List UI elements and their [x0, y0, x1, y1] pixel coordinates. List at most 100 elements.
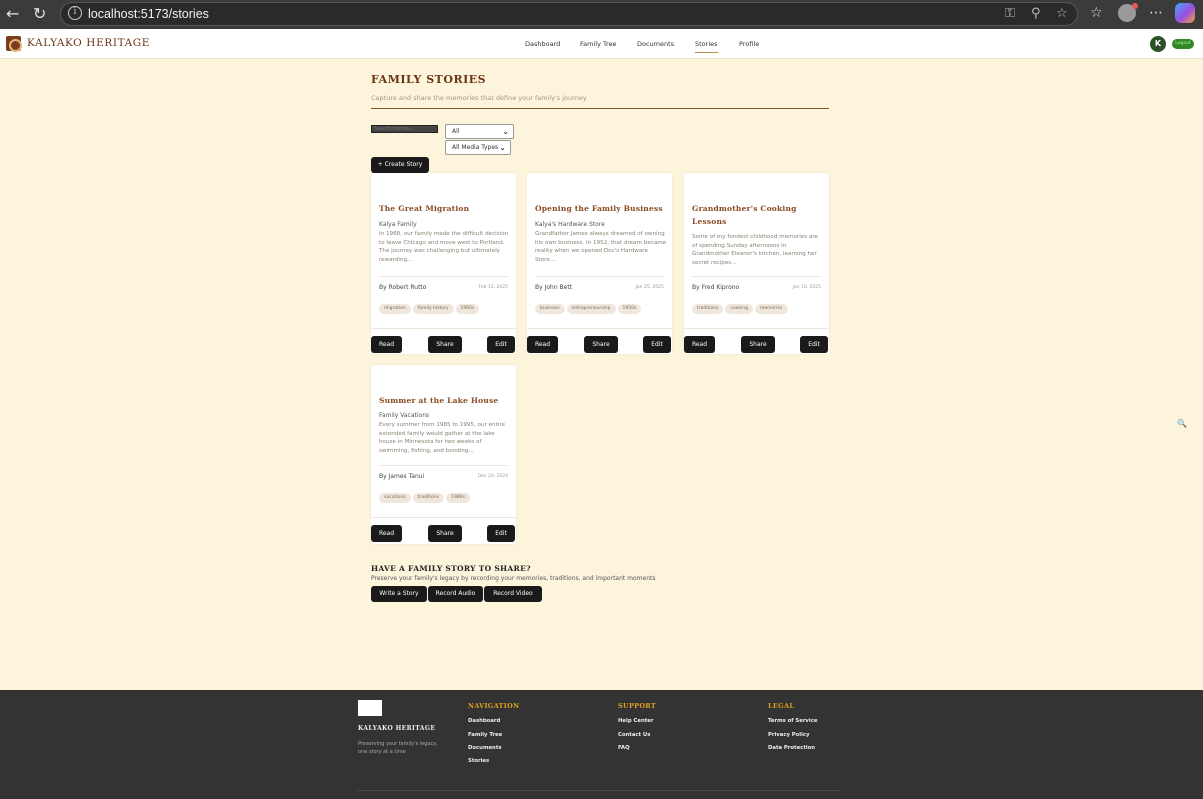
footer-link[interactable]: Dashboard [468, 718, 500, 724]
card-divider [535, 276, 664, 277]
reload-icon[interactable]: ↻ [33, 4, 46, 24]
tag[interactable]: family history [412, 304, 454, 314]
story-title[interactable]: Grandmother's Cooking Lessons [692, 202, 824, 228]
tag[interactable]: cooking [725, 304, 753, 314]
record-video-button[interactable]: Record Video [484, 586, 542, 602]
chevron-down-icon: ⌄ [502, 127, 509, 136]
address-bar[interactable]: i localhost:5173/stories ⚿ ⚲ ☆ [60, 2, 1078, 26]
tag[interactable]: 1960s [455, 304, 480, 314]
nav-family-tree[interactable]: Family Tree [580, 40, 617, 48]
url-text: localhost:5173/stories [88, 7, 209, 21]
story-title[interactable]: The Great Migration [379, 202, 511, 215]
nav-stories[interactable]: Stories [695, 40, 718, 53]
tag[interactable]: traditions [412, 493, 445, 503]
read-button[interactable]: Read [684, 336, 715, 353]
story-tags: traditions cooking memories [692, 294, 790, 314]
story-author: By Fred Kiprono [692, 284, 740, 291]
footer-heading-legal: LEGAL [768, 702, 795, 710]
brand-logo-icon[interactable] [6, 36, 22, 52]
tag[interactable]: 1980s [446, 493, 470, 503]
footer-link[interactable]: Help Center [618, 718, 653, 724]
nav-dashboard[interactable]: Dashboard [525, 40, 560, 48]
brand-name[interactable]: KALYAKO HERITAGE [27, 37, 150, 49]
story-family: Family Vacations [379, 412, 430, 419]
edit-button[interactable]: Edit [487, 525, 515, 542]
footer-logo [358, 700, 382, 716]
media-type-select-value: All Media Types [452, 144, 499, 151]
story-excerpt: Grandfather James always dreamed of owni… [535, 231, 667, 263]
share-button[interactable]: Share [584, 336, 618, 353]
cta-title: HAVE A FAMILY STORY TO SHARE? [371, 564, 531, 573]
category-select[interactable]: All ⌄ [445, 124, 514, 139]
read-button[interactable]: Read [371, 525, 402, 542]
tag[interactable]: traditions [692, 304, 724, 314]
edit-button[interactable]: Edit [487, 336, 515, 353]
tag[interactable]: business [535, 304, 565, 314]
footer-link[interactable]: Terms of Service [768, 718, 817, 724]
more-menu-icon[interactable]: ⋯ [1149, 5, 1163, 21]
story-card: Opening the Family Business Kalya's Hard… [527, 173, 672, 354]
key-icon[interactable]: ⚿ [1005, 6, 1015, 21]
story-date: Jan 10, 2025 [792, 285, 821, 290]
card-footer-divider [684, 328, 829, 329]
share-button[interactable]: Share [428, 525, 462, 542]
footer-link[interactable]: FAQ [618, 745, 630, 751]
cta-subtitle: Preserve your family's legacy by recordi… [371, 575, 656, 582]
copilot-icon[interactable] [1175, 3, 1195, 23]
card-footer-divider [371, 517, 516, 518]
back-arrow-icon[interactable]: ← [6, 4, 19, 24]
page-title: FAMILY STORIES [371, 73, 487, 86]
edit-button[interactable]: Edit [800, 336, 828, 353]
story-card: The Great Migration Kalya Family In 1968… [371, 173, 516, 354]
nav-documents[interactable]: Documents [637, 40, 674, 48]
nav-profile[interactable]: Profile [739, 40, 759, 48]
story-card: Grandmother's Cooking Lessons Some of my… [684, 173, 829, 354]
footer-link[interactable]: Family Tree [468, 732, 502, 738]
tag[interactable]: memories [755, 304, 788, 314]
card-divider [379, 465, 508, 466]
zoom-lens-icon[interactable]: ⚲ [1031, 6, 1041, 21]
search-input[interactable] [371, 125, 438, 133]
browser-toolbar: ← ↻ i localhost:5173/stories ⚿ ⚲ ☆ ☆ ⋯ [0, 0, 1203, 29]
footer-heading-support: SUPPORT [618, 702, 657, 710]
page-subtitle: Capture and share the memories that defi… [371, 94, 587, 102]
story-title[interactable]: Opening the Family Business [535, 202, 667, 215]
magnifier-icon[interactable]: 🔍 [1177, 419, 1187, 428]
tag[interactable]: vacations [379, 493, 411, 503]
footer-divider [358, 790, 841, 791]
user-avatar[interactable]: K [1150, 36, 1166, 52]
story-title[interactable]: Summer at the Lake House [379, 394, 511, 407]
edit-button[interactable]: Edit [643, 336, 671, 353]
share-button[interactable]: Share [741, 336, 775, 353]
footer-link[interactable]: Stories [468, 758, 489, 764]
site-footer: KALYAKO HERITAGE Preserving your family'… [0, 690, 1203, 799]
story-card: Summer at the Lake House Family Vacation… [371, 365, 516, 544]
site-info-icon[interactable]: i [68, 6, 82, 20]
footer-link[interactable]: Privacy Policy [768, 732, 810, 738]
create-story-button[interactable]: + Create Story [371, 157, 429, 173]
favorite-star-icon[interactable]: ☆ [1056, 6, 1068, 21]
title-divider [371, 108, 829, 109]
tag[interactable]: entrepreneurship [566, 304, 616, 314]
footer-link[interactable]: Contact Us [618, 732, 650, 738]
footer-link[interactable]: Data Protection [768, 745, 815, 751]
tag[interactable]: 1950s [617, 304, 642, 314]
share-button[interactable]: Share [428, 336, 462, 353]
logout-button[interactable]: Logout [1172, 39, 1194, 49]
story-tags: migration family history 1960s [379, 294, 481, 314]
story-excerpt: In 1968, our family made the difficult d… [379, 231, 509, 263]
read-button[interactable]: Read [371, 336, 402, 353]
profile-icon[interactable] [1118, 3, 1138, 22]
footer-link[interactable]: Documents [468, 745, 502, 751]
write-story-button[interactable]: Write a Story [371, 586, 427, 602]
record-audio-button[interactable]: Record Audio [428, 586, 483, 602]
story-tags: business entrepreneurship 1950s [535, 294, 643, 314]
read-button[interactable]: Read [527, 336, 558, 353]
card-footer-divider [371, 328, 516, 329]
media-type-select[interactable]: All Media Types ⌄ [445, 140, 511, 155]
tag[interactable]: migration [379, 304, 411, 314]
app-header: KALYAKO HERITAGE Dashboard Family Tree D… [0, 29, 1203, 59]
favorites-list-icon[interactable]: ☆ [1090, 5, 1103, 21]
card-footer-divider [527, 328, 672, 329]
story-date: Dec 20, 2024 [477, 474, 508, 479]
